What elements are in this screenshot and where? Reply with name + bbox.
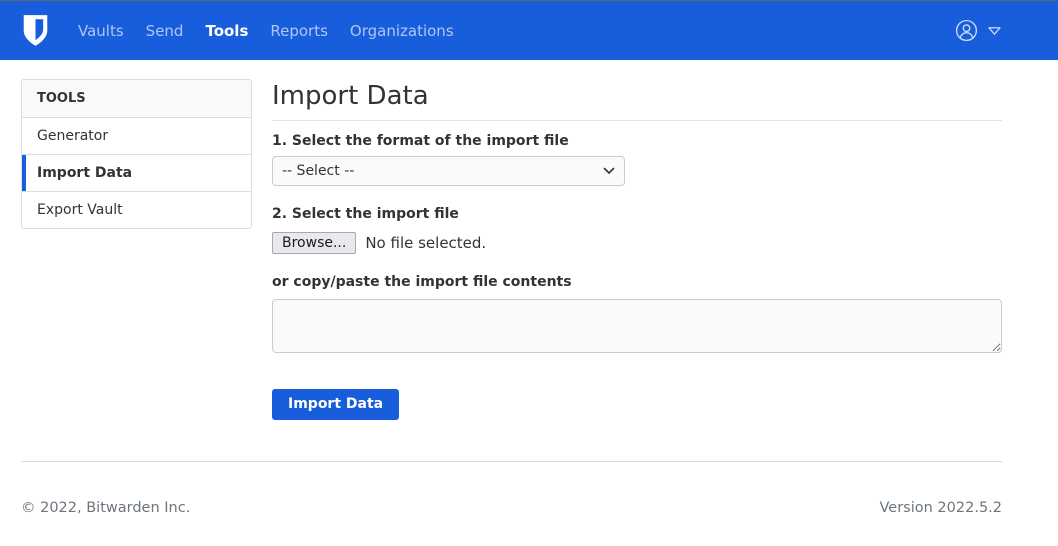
title-divider bbox=[272, 120, 1002, 121]
file-group: 2. Select the import file Browse... No f… bbox=[272, 206, 1002, 254]
step1-label: 1. Select the format of the import file bbox=[272, 133, 569, 149]
nav-item-organizations[interactable]: Organizations bbox=[339, 16, 465, 46]
sidebar-item-label: Export Vault bbox=[37, 202, 123, 218]
sidebar-item-label: Import Data bbox=[37, 165, 133, 181]
person-circle-icon bbox=[955, 19, 978, 42]
file-input-row: Browse... No file selected. bbox=[272, 232, 1002, 254]
step2-label: 2. Select the import file bbox=[272, 206, 459, 222]
sidebar-item-generator[interactable]: Generator bbox=[22, 118, 251, 155]
import-data-panel: Import Data 1. Select the format of the … bbox=[272, 79, 1002, 420]
sidebar-item-import-data[interactable]: Import Data bbox=[22, 155, 251, 192]
page-footer: © 2022, Bitwarden Inc. Version 2022.5.2 bbox=[21, 462, 1002, 516]
paste-group: or copy/paste the import file contents bbox=[272, 274, 1002, 353]
top-navbar: Vaults Send Tools Reports Organizations bbox=[0, 0, 1058, 60]
sidebar-header: TOOLS bbox=[22, 80, 251, 118]
tools-card: TOOLS Generator Import Data Export Vault bbox=[21, 79, 252, 229]
sidebar-item-label: Generator bbox=[37, 128, 109, 144]
nav-item-tools[interactable]: Tools bbox=[194, 16, 259, 46]
format-select-wrap: -- Select -- bbox=[272, 156, 625, 186]
nav-item-vaults[interactable]: Vaults bbox=[67, 16, 135, 46]
main-nav: Vaults Send Tools Reports Organizations bbox=[67, 16, 465, 46]
import-contents-textarea[interactable] bbox=[272, 299, 1002, 353]
copyright-text: © 2022, Bitwarden Inc. bbox=[21, 500, 191, 516]
page-container: TOOLS Generator Import Data Export Vault… bbox=[21, 60, 1002, 516]
import-data-button[interactable]: Import Data bbox=[272, 389, 400, 420]
browse-button[interactable]: Browse... bbox=[272, 232, 357, 254]
format-select[interactable]: -- Select -- bbox=[272, 156, 625, 186]
file-status-text: No file selected. bbox=[365, 234, 487, 252]
caret-down-icon bbox=[987, 25, 1002, 36]
sidebar-item-export-vault[interactable]: Export Vault bbox=[22, 192, 251, 228]
account-menu-button[interactable] bbox=[955, 15, 1002, 46]
format-group: 1. Select the format of the import file … bbox=[272, 133, 1002, 186]
bitwarden-shield-icon bbox=[21, 14, 50, 47]
tools-sidebar: TOOLS Generator Import Data Export Vault bbox=[21, 79, 252, 420]
version-text: Version 2022.5.2 bbox=[879, 500, 1003, 516]
bitwarden-logo-link[interactable] bbox=[21, 14, 50, 47]
nav-item-send[interactable]: Send bbox=[135, 16, 195, 46]
nav-item-reports[interactable]: Reports bbox=[259, 16, 339, 46]
page-title: Import Data bbox=[272, 81, 429, 111]
paste-label: or copy/paste the import file contents bbox=[272, 274, 572, 290]
navbar-inner: Vaults Send Tools Reports Organizations bbox=[21, 14, 1002, 47]
